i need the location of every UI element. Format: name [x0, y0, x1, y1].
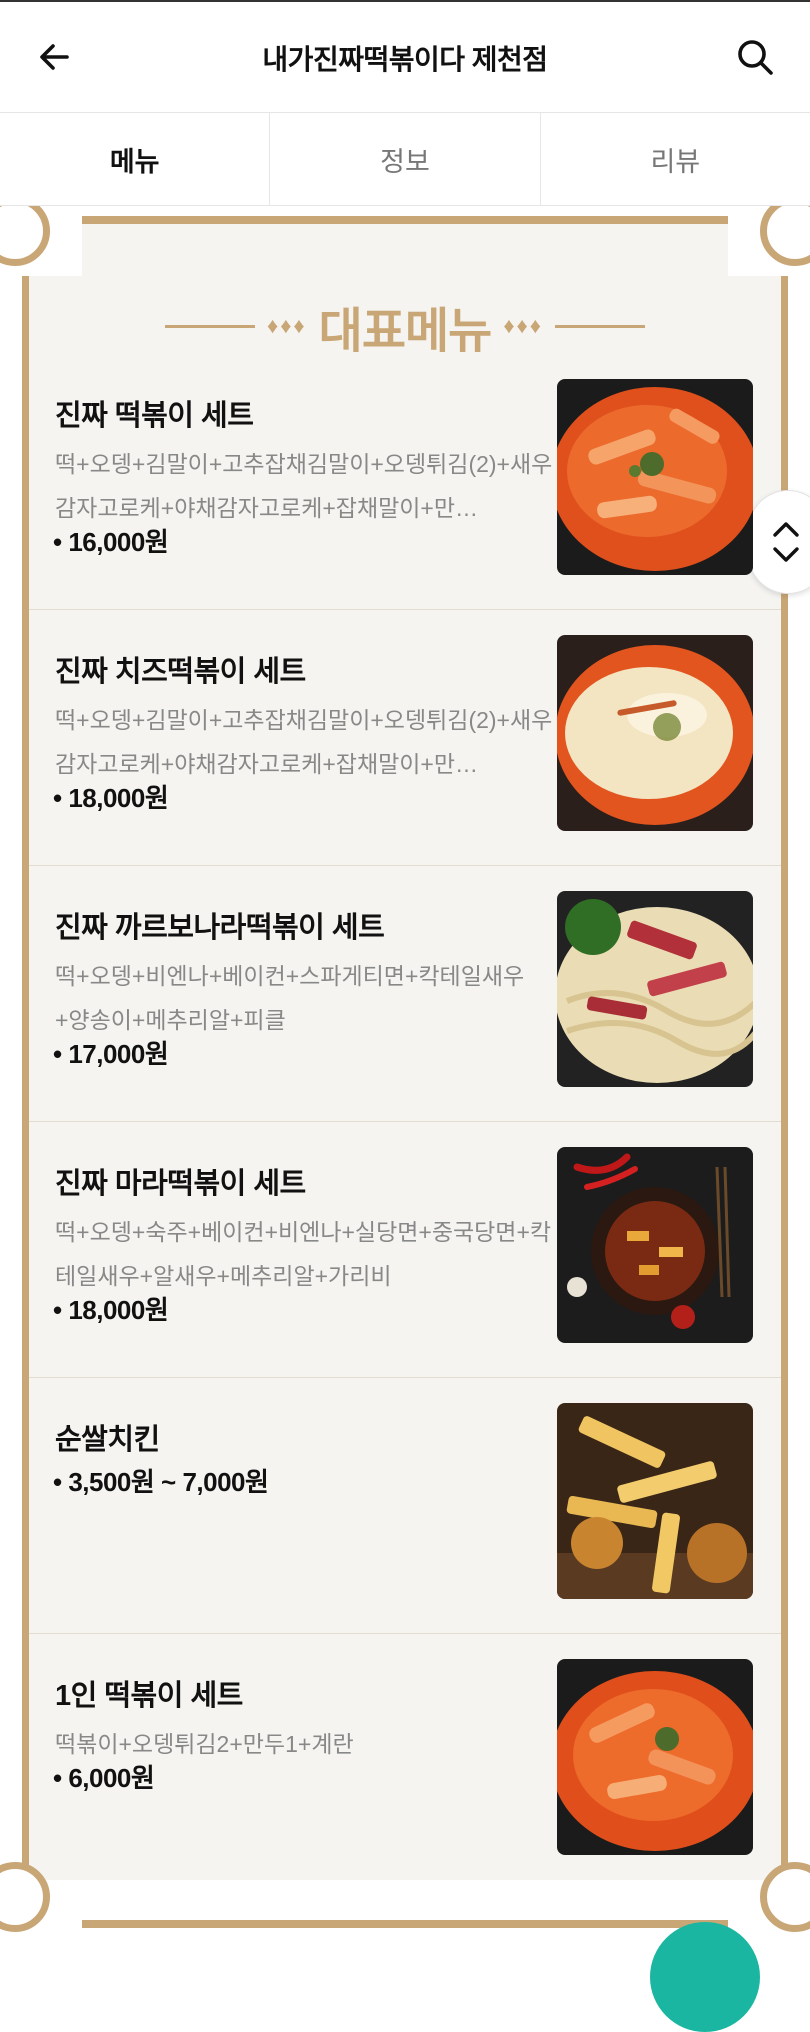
- menu-item[interactable]: 진짜 마라떡볶이 세트 떡+오뎅+숙주+베이컨+비엔나+실당면+중국당면+칵테일…: [29, 1122, 781, 1378]
- menu-item[interactable]: 진짜 까르보나라떡볶이 세트 떡+오뎅+비엔나+베이컨+스파게티면+칵테일새우+…: [29, 866, 781, 1122]
- menu-item-description: 떡+오뎅+김말이+고추잡채김말이+오뎅튀김(2)+새우감자고로케+야채감자고로케…: [55, 451, 553, 521]
- menu-item-price: • 18,000원: [53, 1295, 169, 1325]
- menu-list: 진짜 떡볶이 세트 떡+오뎅+김말이+고추잡채김말이+오뎅튀김(2)+새우감자고…: [29, 354, 781, 1890]
- menu-item-price: • 3,500원 ~ 7,000원: [53, 1467, 269, 1497]
- menu-item-name: 진짜 치즈떡볶이 세트: [55, 656, 306, 688]
- floating-action-button[interactable]: [650, 1922, 760, 2032]
- ornament-diamonds: ♦♦♦: [266, 313, 307, 338]
- menu-item-image: [557, 1147, 753, 1343]
- section-heading: ♦♦♦ 대표메뉴 ♦♦♦: [0, 296, 810, 358]
- menu-item-price: • 18,000원: [53, 783, 169, 813]
- ornament-line: [164, 324, 255, 328]
- board-corner-decoration: [760, 206, 810, 266]
- ornament-diamonds: ♦♦♦: [503, 313, 543, 338]
- menu-item-description: 떡+오뎅+숙주+베이컨+비엔나+실당면+중국당면+칵테일새우+알새우+메추리알+…: [55, 1219, 552, 1289]
- menu-item-name: 1인 떡볶이 세트: [55, 1680, 243, 1712]
- menu-item-name: 진짜 떡볶이 세트: [55, 400, 254, 432]
- section-title: 대표메뉴: [318, 305, 493, 358]
- search-button[interactable]: [730, 32, 780, 82]
- back-button[interactable]: [30, 32, 80, 82]
- tab-bar: 메뉴 정보 리뷰: [0, 112, 810, 206]
- tab-reviews[interactable]: 리뷰: [539, 113, 810, 205]
- menu-item[interactable]: 진짜 치즈떡볶이 세트 떡+오뎅+김말이+고추잡채김말이+오뎅튀김(2)+새우감…: [29, 610, 781, 866]
- menu-item-description: 떡+오뎅+비엔나+베이컨+스파게티면+칵테일새우+양송이+메추리알+피클: [55, 963, 525, 1033]
- menu-item-image: [557, 1659, 753, 1855]
- board-top-border: [82, 216, 728, 224]
- menu-item-image: [557, 1403, 753, 1599]
- tab-menu[interactable]: 메뉴: [0, 113, 269, 205]
- menu-item-name: 진짜 까르보나라떡볶이 세트: [55, 912, 385, 944]
- menu-item-image: [557, 891, 753, 1087]
- menu-item[interactable]: 순쌀치킨 • 3,500원 ~ 7,000원: [29, 1378, 781, 1634]
- menu-item-description: 떡+오뎅+김말이+고추잡채김말이+오뎅튀김(2)+새우감자고로케+야채감자고로케…: [55, 707, 553, 777]
- menu-item[interactable]: 1인 떡볶이 세트 떡볶이+오뎅튀김2+만두1+계란 • 6,000원: [29, 1634, 781, 1890]
- arrow-left-icon: [40, 44, 69, 70]
- menu-item-price: • 16,000원: [53, 527, 169, 557]
- menu-item-image: [557, 379, 753, 575]
- menu-item-image: [557, 635, 753, 831]
- board-corner-decoration: [0, 206, 50, 266]
- board-bottom-border: [82, 1920, 728, 1928]
- menu-item[interactable]: 진짜 떡볶이 세트 떡+오뎅+김말이+고추잡채김말이+오뎅튀김(2)+새우감자고…: [29, 354, 781, 610]
- menu-item-name: 순쌀치킨: [55, 1424, 160, 1456]
- menu-item-name: 진짜 마라떡볶이 세트: [55, 1168, 306, 1200]
- ornament-line: [555, 324, 645, 328]
- tab-info[interactable]: 정보: [269, 113, 539, 205]
- page-title: 내가진짜떡볶이다 제천점: [262, 44, 548, 75]
- menu-board-area: ♦♦♦ 대표메뉴 ♦♦♦ 진짜 떡볶이 세트 떡+오뎅+김말이+고추잡채김말이+…: [0, 206, 810, 1948]
- app-header: 내가진짜떡볶이다 제천점: [0, 0, 810, 112]
- board-top-fill: [82, 224, 728, 284]
- search-icon: [738, 40, 773, 75]
- menu-item-price: • 6,000원: [53, 1763, 155, 1793]
- menu-item-price: • 17,000원: [53, 1039, 169, 1069]
